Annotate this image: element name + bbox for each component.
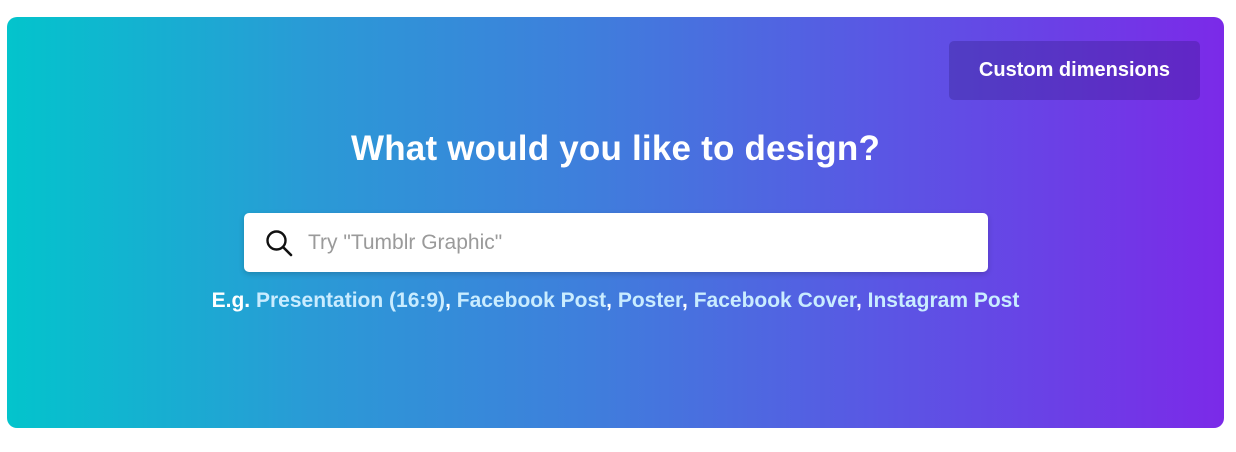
custom-dimensions-button[interactable]: Custom dimensions <box>949 41 1200 100</box>
separator: , <box>606 289 612 312</box>
search-bar[interactable] <box>244 213 988 272</box>
separator: , <box>855 289 862 312</box>
separator: , <box>682 289 688 312</box>
example-link-facebook-post[interactable]: Facebook Post <box>457 289 606 312</box>
example-suggestions: E.g. Presentation (16:9), Facebook Post,… <box>7 289 1224 313</box>
example-link-instagram-post[interactable]: Instagram Post <box>868 289 1020 312</box>
design-hero-banner: Custom dimensions What would you like to… <box>7 17 1224 428</box>
search-icon[interactable] <box>264 228 294 258</box>
search-input[interactable] <box>308 222 948 263</box>
example-link-facebook-cover[interactable]: Facebook Cover <box>694 289 856 312</box>
page-title: What would you like to design? <box>350 129 881 168</box>
example-link-poster[interactable]: Poster <box>618 289 682 312</box>
examples-prefix: E.g. <box>211 289 251 312</box>
example-link-presentation[interactable]: Presentation (16:9) <box>256 289 445 312</box>
separator: , <box>445 289 451 312</box>
